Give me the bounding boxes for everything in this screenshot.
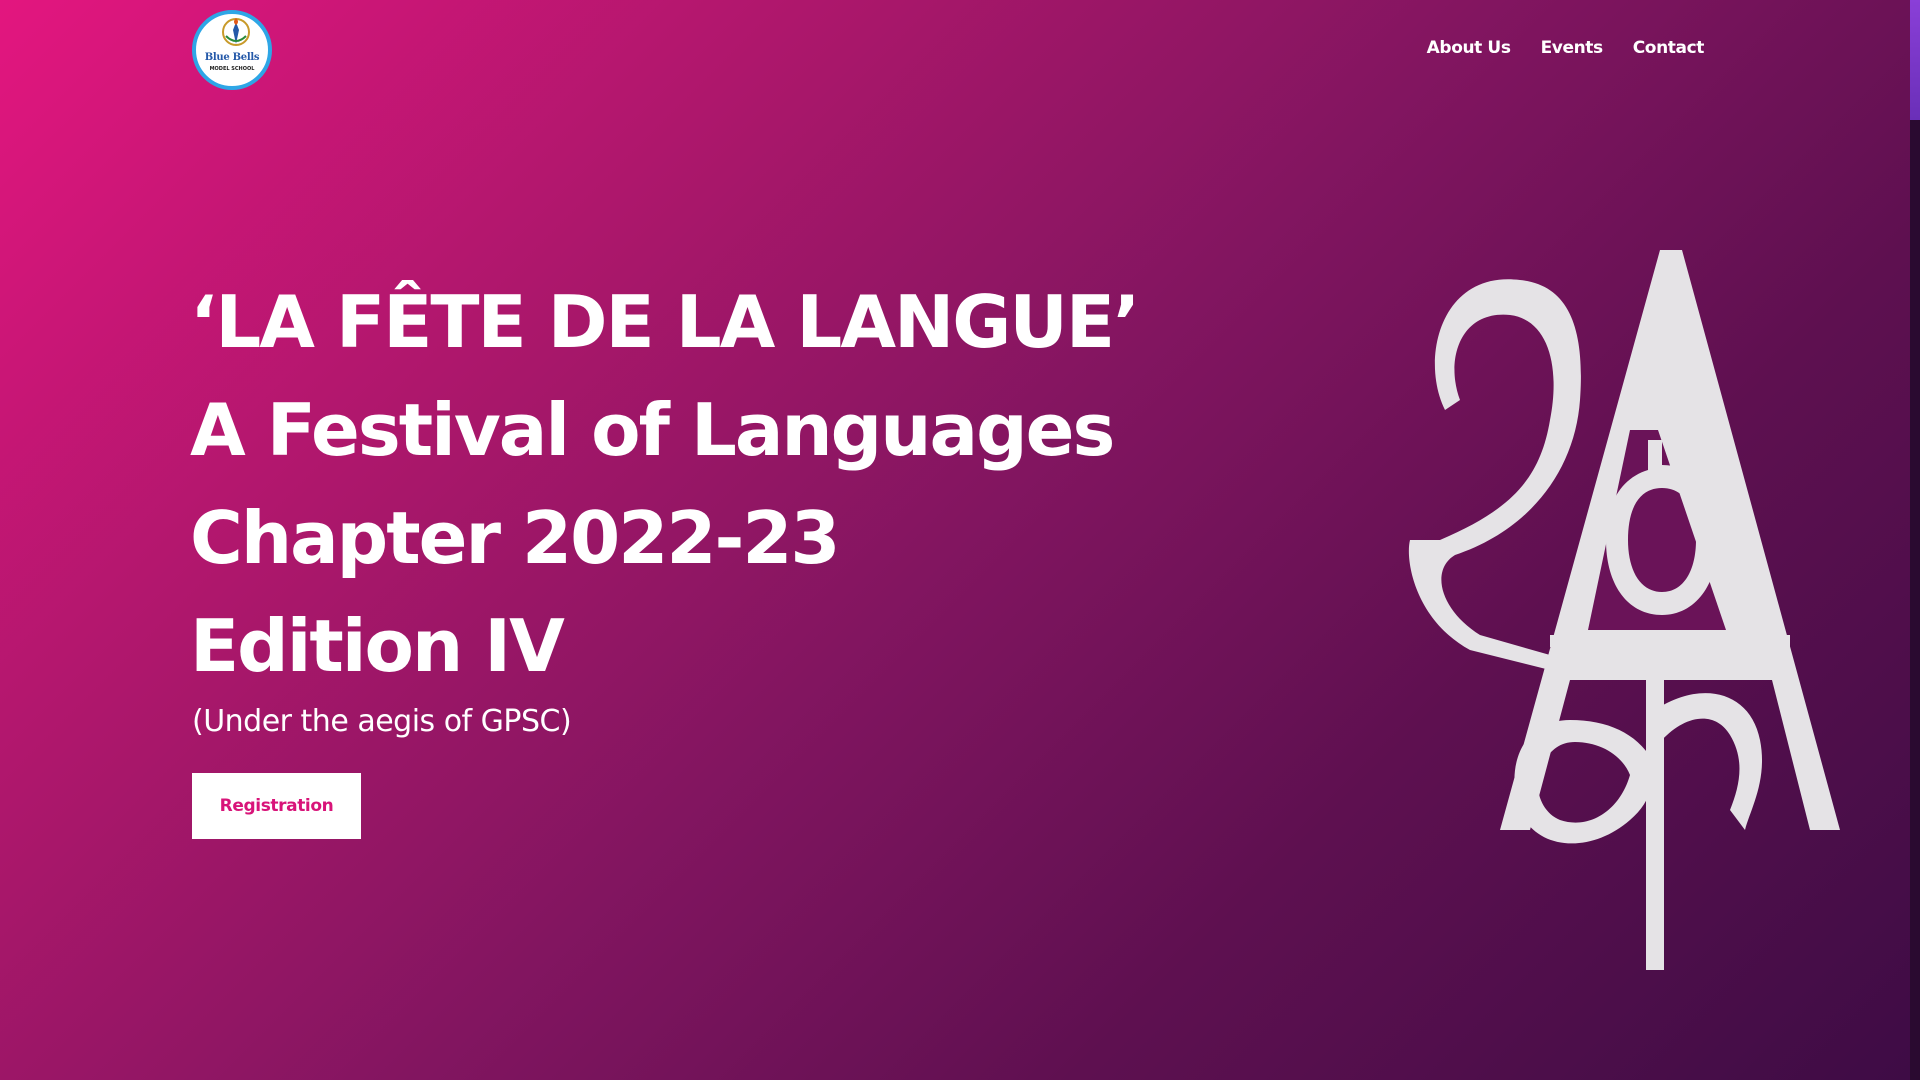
logo-school-subtitle: MODEL SCHOOL (209, 66, 255, 72)
hero-chapter: Chapter 2022-23 (190, 496, 841, 580)
main-nav: About Us Events Contact (1427, 38, 1705, 58)
hero-section: Blue Bells MODEL SCHOOL About Us Events … (0, 0, 1910, 1080)
hero-headings: ‘LA FÊTE DE LA LANGUE’ A Festival of Lan… (190, 268, 1140, 700)
nav-events[interactable]: Events (1541, 38, 1604, 58)
scrollbar[interactable] (1910, 0, 1920, 1080)
school-logo[interactable]: Blue Bells MODEL SCHOOL (192, 10, 272, 90)
scrollbar-thumb[interactable] (1910, 0, 1920, 120)
hero-edition: Edition IV (190, 604, 565, 688)
hero-title-french: ‘LA FÊTE DE LA LANGUE’ (190, 280, 1140, 364)
hero-subtitle: (Under the aegis of GPSC) (192, 704, 572, 739)
hero-title-english: A Festival of Languages (190, 388, 1115, 472)
nav-contact[interactable]: Contact (1633, 38, 1705, 58)
nav-about-us[interactable]: About Us (1427, 38, 1511, 58)
page: Blue Bells MODEL SCHOOL About Us Events … (0, 0, 1920, 1080)
torch-emblem-icon (222, 18, 250, 46)
logo-school-name: Blue Bells (204, 52, 260, 63)
registration-button[interactable]: Registration (192, 773, 361, 839)
language-festival-emblem-icon (1408, 250, 1840, 970)
